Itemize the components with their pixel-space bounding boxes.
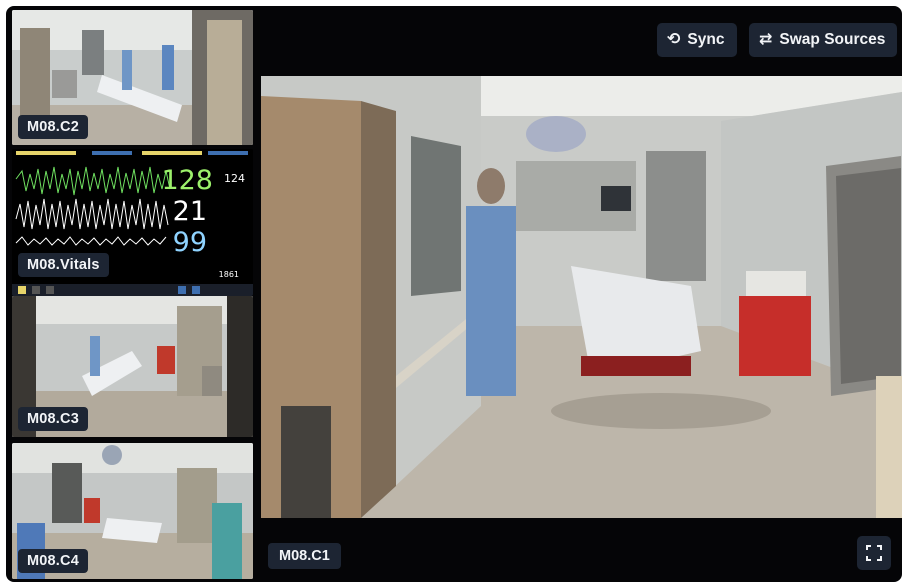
thumbnail-label: M08.C2 [18,115,88,139]
thumbnail-label: M08.C4 [18,549,88,573]
thumbnail-label: M08.Vitals [18,253,109,277]
thumbnail-m08-c3[interactable]: M08.C3 [12,296,253,437]
vital-value-white: 21 [172,196,207,227]
main-camera-feed[interactable] [261,76,902,518]
main-feed-label: M08.C1 [268,543,341,569]
sync-button-label: Sync [687,31,725,48]
sync-icon: ⟲ [667,31,681,48]
swap-arrows-icon: ⇄ [759,31,773,48]
video-viewer: M08.C2 128 124 21 99 1861 M08.Vitals M08… [6,6,902,582]
fullscreen-icon [866,545,882,561]
heart-rate-value: 128 [161,165,213,196]
fullscreen-button[interactable] [857,536,891,570]
thumbnail-m08-c4[interactable]: M08.C4 [12,443,253,579]
vital-small-readout: 1861 [218,270,239,279]
thumbnail-m08-c2[interactable]: M08.C2 [12,10,253,145]
swap-sources-label: Swap Sources [779,31,886,48]
swap-sources-button[interactable]: ⇄ Swap Sources [749,23,897,57]
camera-feed-c1 [261,76,902,518]
thumbnail-label: M08.C3 [18,407,88,431]
sync-button[interactable]: ⟲ Sync [657,23,737,57]
heart-rate-secondary: 124 [224,172,245,185]
vital-value-blue: 99 [172,227,207,258]
thumbnail-m08-vitals[interactable]: 128 124 21 99 1861 M08.Vitals [12,149,253,296]
